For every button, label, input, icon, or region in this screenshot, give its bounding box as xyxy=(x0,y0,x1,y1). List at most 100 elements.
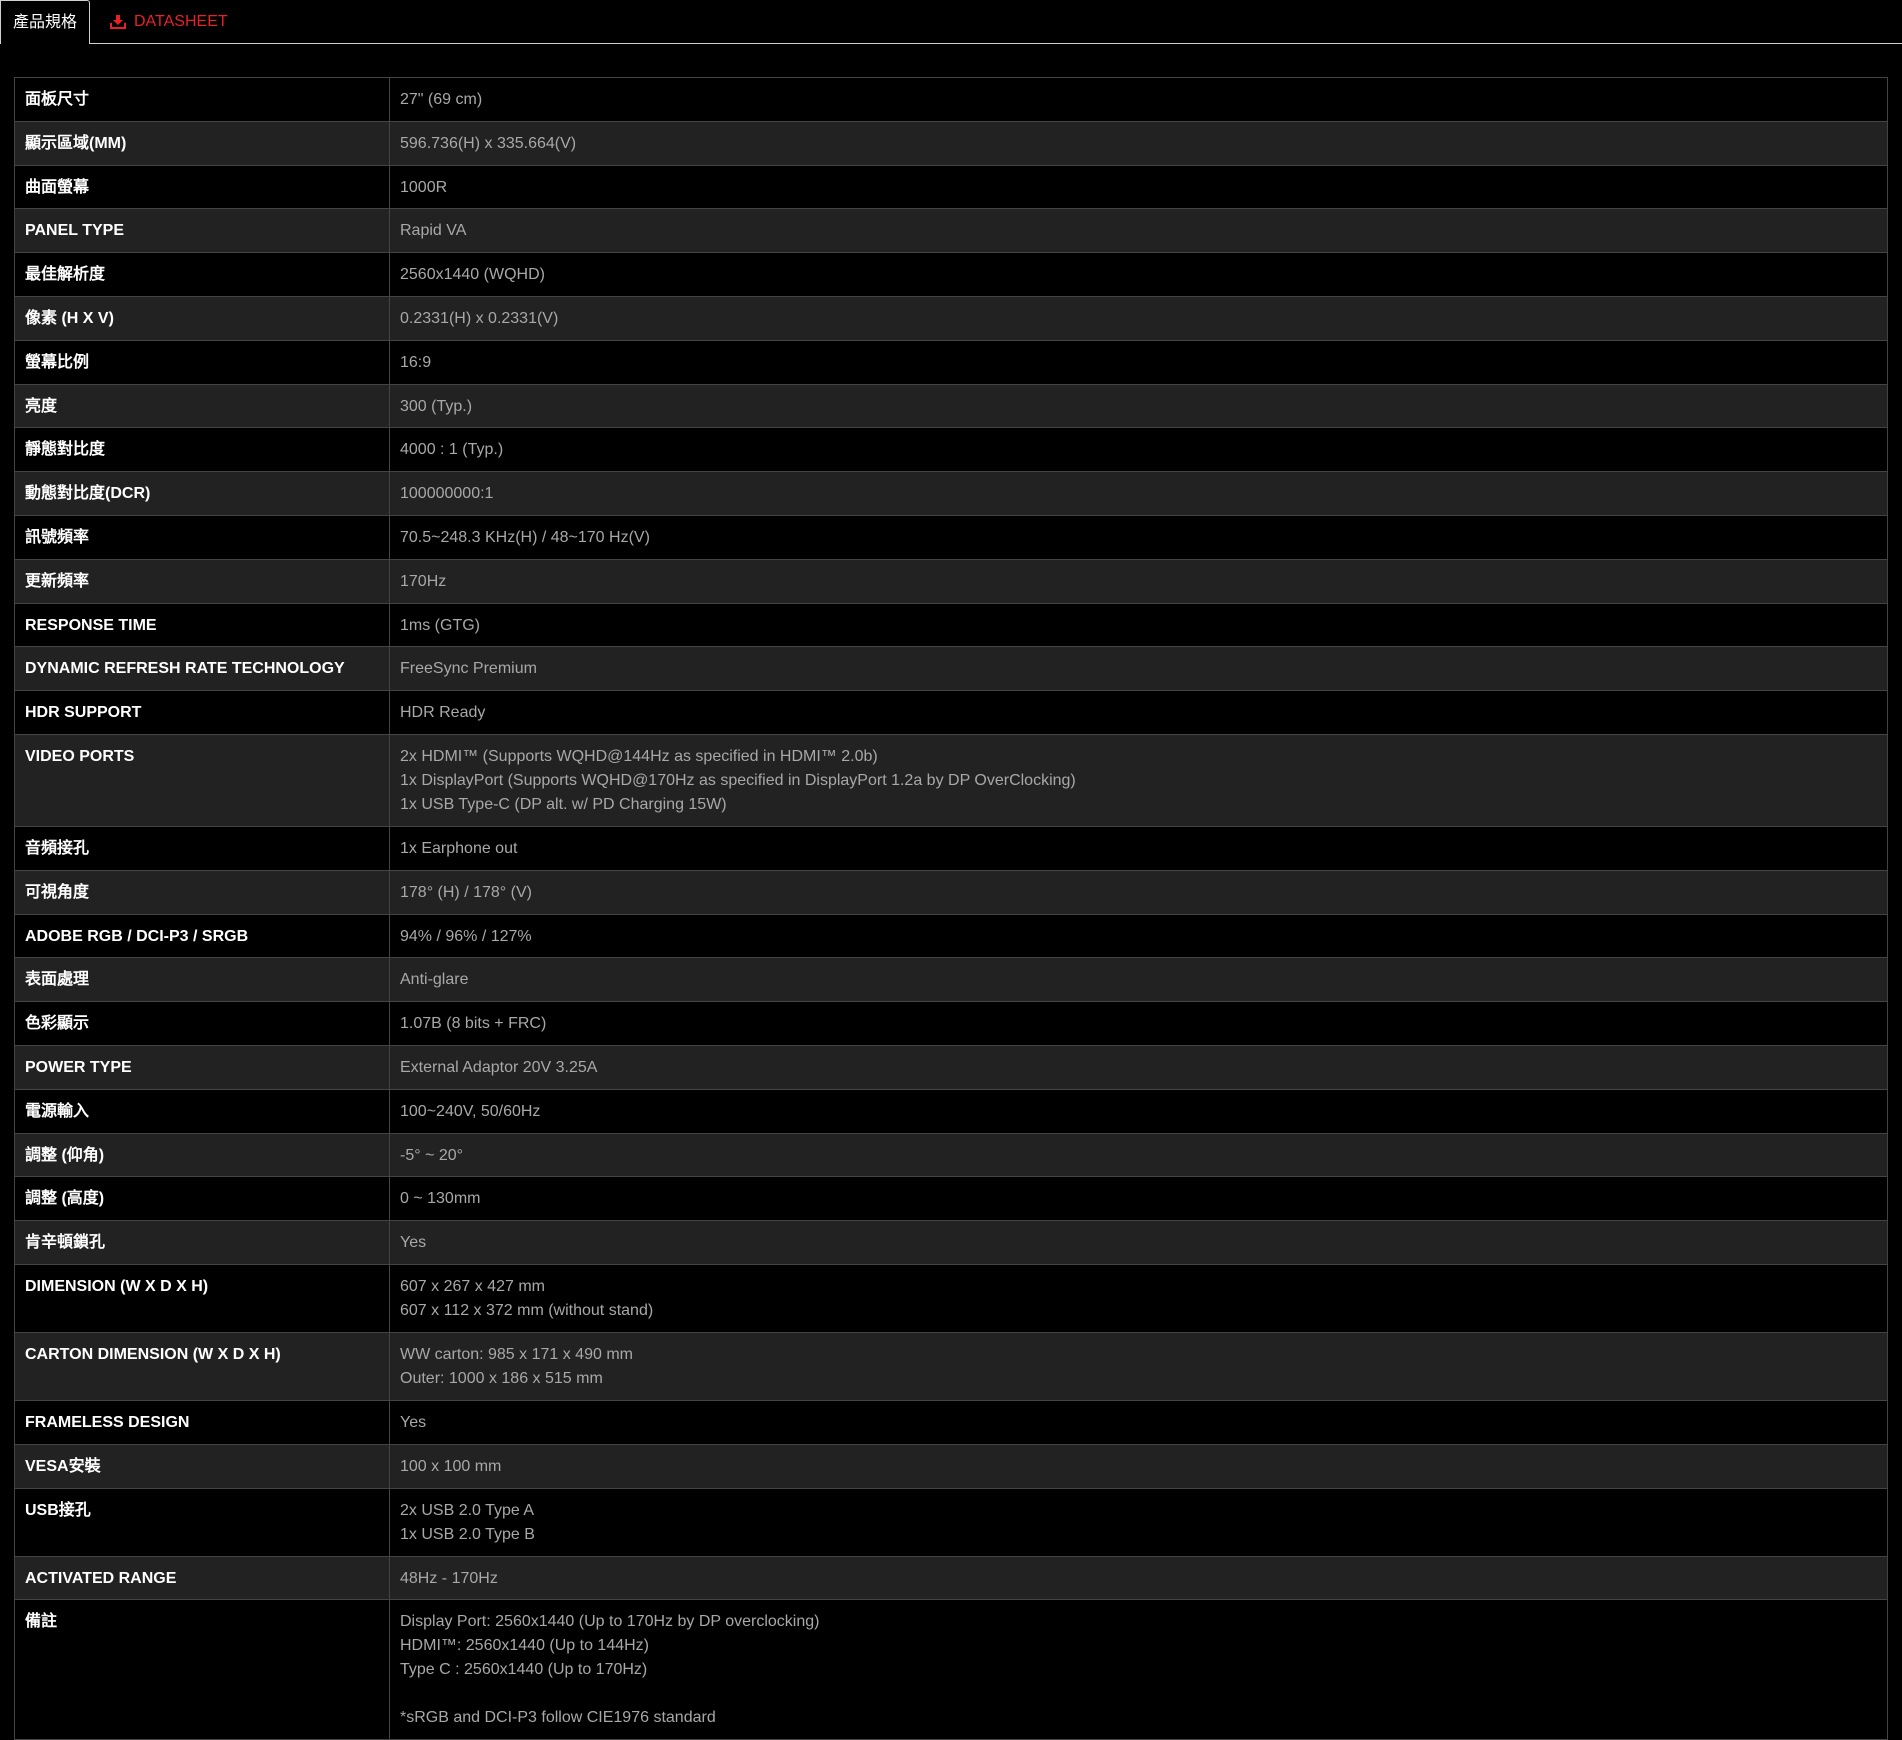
tab-divider xyxy=(90,43,1902,44)
spec-row: ADOBE RGB / DCI-P3 / SRGB 94% / 96% / 127… xyxy=(14,913,1888,959)
spec-value: 1.07B (8 bits + FRC) xyxy=(389,1001,1888,1046)
spec-value: 100~240V, 50/60Hz xyxy=(389,1088,1888,1134)
spec-value-line: 170Hz xyxy=(400,572,447,590)
spec-value: Anti-glare xyxy=(389,957,1888,1003)
spec-value: Yes xyxy=(389,1220,1888,1265)
spec-label: 更新頻率 xyxy=(14,558,390,604)
spec-label: DYNAMIC REFRESH RATE TECHNOLOGY xyxy=(14,646,390,692)
spec-row: 可視角度 178° (H) / 178° (V) xyxy=(14,869,1888,915)
spec-table: 面板尺寸 27" (69 cm) 顯示區域(MM) 596.736(H) x 335.… xyxy=(14,77,1888,1740)
spec-value: 2x HDMI™ (Supports WQHD@144Hz as specifi… xyxy=(389,733,1888,827)
spec-value-line: 300 (Typ.) xyxy=(400,397,473,415)
spec-value-line: 0.2331(H) x 0.2331(V) xyxy=(400,309,559,327)
spec-value: FreeSync Premium xyxy=(389,646,1888,692)
spec-row: 表面處理 Anti-glare xyxy=(14,957,1888,1003)
spec-value-line: HDMI™: 2560x1440 (Up to 144Hz) xyxy=(400,1637,649,1655)
spec-value-line: 1.07B (8 bits + FRC) xyxy=(400,1015,547,1033)
spec-value: 178° (H) / 178° (V) xyxy=(389,869,1888,915)
spec-label: 音頻接孔 xyxy=(14,825,390,871)
spec-value-line: 0 ~ 130mm xyxy=(400,1190,481,1208)
spec-row: 更新頻率 170Hz xyxy=(14,558,1888,604)
spec-value: 2560x1440 (WQHD) xyxy=(389,252,1888,297)
spec-label: FRAMELESS DESIGN xyxy=(14,1399,390,1445)
spec-label: 像素 (H X V) xyxy=(14,295,390,341)
spec-row: 最佳解析度 2560x1440 (WQHD) xyxy=(14,252,1888,297)
spec-label: CARTON DIMENSION (W X D X H) xyxy=(14,1331,390,1401)
spec-value-line: 2x USB 2.0 Type A xyxy=(400,1501,535,1519)
spec-value-line: Rapid VA xyxy=(400,222,467,240)
spec-value-line: 596.736(H) x 335.664(V) xyxy=(400,134,577,152)
spec-value-line: 1000R xyxy=(400,178,448,196)
spec-row: 螢幕比例 16:9 xyxy=(14,339,1888,385)
spec-row: 靜態對比度 4000 : 1 (Typ.) xyxy=(14,427,1888,473)
spec-value-line: 16:9 xyxy=(400,353,432,371)
spec-label: USB接孔 xyxy=(14,1487,390,1557)
spec-value: 1000R xyxy=(389,164,1888,210)
spec-value: -5° ~ 20° xyxy=(389,1132,1888,1178)
spec-value-line: 1x DisplayPort (Supports WQHD@170Hz as s… xyxy=(400,771,1076,789)
spec-row: CARTON DIMENSION (W X D X H) WW carton: 9… xyxy=(14,1331,1888,1401)
spec-row: 面板尺寸 27" (69 cm) xyxy=(14,77,1888,122)
spec-row: 訊號頻率 70.5~248.3 KHz(H) / 48~170 Hz(V) xyxy=(14,514,1888,560)
spec-value: 4000 : 1 (Typ.) xyxy=(389,427,1888,473)
spec-label: 最佳解析度 xyxy=(14,252,390,297)
spec-value-line: 27" (69 cm) xyxy=(400,91,483,108)
spec-value: 48Hz - 170Hz xyxy=(389,1555,1888,1601)
spec-row: 動態對比度(DCR) 100000000:1 xyxy=(14,471,1888,516)
tab-product-specs[interactable]: 產品規格 xyxy=(0,0,90,44)
spec-value-line: Type C : 2560x1440 (Up to 170Hz) xyxy=(400,1661,648,1679)
spec-row: HDR SUPPORT HDR Ready xyxy=(14,690,1888,735)
spec-label: 電源輸入 xyxy=(14,1088,390,1134)
spec-label: 肯辛頓鎖孔 xyxy=(14,1220,390,1265)
spec-row: 調整 (高度) 0 ~ 130mm xyxy=(14,1176,1888,1222)
spec-value-line: *sRGB and DCI-P3 follow CIE1976 standard xyxy=(400,1709,716,1727)
spec-value: 94% / 96% / 127% xyxy=(389,913,1888,959)
spec-value-line: FreeSync Premium xyxy=(400,660,537,678)
spec-label: PANEL TYPE xyxy=(14,208,390,254)
spec-value-line: 100~240V, 50/60Hz xyxy=(400,1102,541,1120)
spec-value-line: 100 x 100 mm xyxy=(400,1457,502,1475)
spec-value-line: 607 x 267 x 427 mm xyxy=(400,1277,545,1295)
spec-label: 螢幕比例 xyxy=(14,339,390,385)
spec-row: 音頻接孔 1x Earphone out xyxy=(14,825,1888,871)
spec-label: 靜態對比度 xyxy=(14,427,390,473)
spec-value-line xyxy=(400,1682,1877,1706)
spec-label: 顯示區域(MM) xyxy=(14,120,390,166)
spec-value-line: Yes xyxy=(400,1234,427,1252)
spec-value-line: HDR Ready xyxy=(400,704,486,722)
spec-value-line: 607 x 112 x 372 mm (without stand) xyxy=(400,1301,654,1319)
spec-value: 1x Earphone out xyxy=(389,825,1888,871)
spec-label: VESA安裝 xyxy=(14,1443,390,1489)
spec-row: 顯示區域(MM) 596.736(H) x 335.664(V) xyxy=(14,120,1888,166)
spec-row: RESPONSE TIME 1ms (GTG) xyxy=(14,602,1888,648)
spec-label: 調整 (仰角) xyxy=(14,1132,390,1178)
spec-row: VIDEO PORTS 2x HDMI™ (Supports WQHD@144Hz… xyxy=(14,733,1888,827)
spec-value-line: 2560x1440 (WQHD) xyxy=(400,266,545,284)
spec-label: 動態對比度(DCR) xyxy=(14,471,390,516)
spec-label: ADOBE RGB / DCI-P3 / SRGB xyxy=(14,913,390,959)
spec-label: RESPONSE TIME xyxy=(14,602,390,648)
spec-row: PANEL TYPE Rapid VA xyxy=(14,208,1888,254)
spec-label: 色彩顯示 xyxy=(14,1001,390,1046)
spec-value: 100 x 100 mm xyxy=(389,1443,1888,1489)
spec-value-line: 70.5~248.3 KHz(H) / 48~170 Hz(V) xyxy=(400,528,650,546)
spec-value-line: External Adaptor 20V 3.25A xyxy=(400,1058,598,1076)
spec-value-line: -5° ~ 20° xyxy=(400,1146,464,1164)
spec-row: 色彩顯示 1.07B (8 bits + FRC) xyxy=(14,1001,1888,1046)
spec-row: FRAMELESS DESIGN Yes xyxy=(14,1399,1888,1445)
spec-label: 面板尺寸 xyxy=(14,77,390,122)
spec-label: 調整 (高度) xyxy=(14,1176,390,1222)
spec-value-line: 100000000:1 xyxy=(400,485,494,503)
spec-value-line: WW carton: 985 x 171 x 490 mm xyxy=(400,1345,633,1363)
spec-row: 亮度 300 (Typ.) xyxy=(14,383,1888,429)
spec-row: USB接孔 2x USB 2.0 Type A 1x USB 2.0 Type B xyxy=(14,1487,1888,1557)
spec-value: WW carton: 985 x 171 x 490 mm Outer: 1000… xyxy=(389,1331,1888,1401)
spec-label: 可視角度 xyxy=(14,869,390,915)
spec-value: 100000000:1 xyxy=(389,471,1888,516)
tab-datasheet[interactable]: DATASHEET xyxy=(110,0,228,44)
spec-value: Rapid VA xyxy=(389,208,1888,254)
spec-value: 1ms (GTG) xyxy=(389,602,1888,648)
spec-value-line: 178° (H) / 178° (V) xyxy=(400,883,532,901)
spec-row: 曲面螢幕 1000R xyxy=(14,164,1888,210)
spec-value: 300 (Typ.) xyxy=(389,383,1888,429)
